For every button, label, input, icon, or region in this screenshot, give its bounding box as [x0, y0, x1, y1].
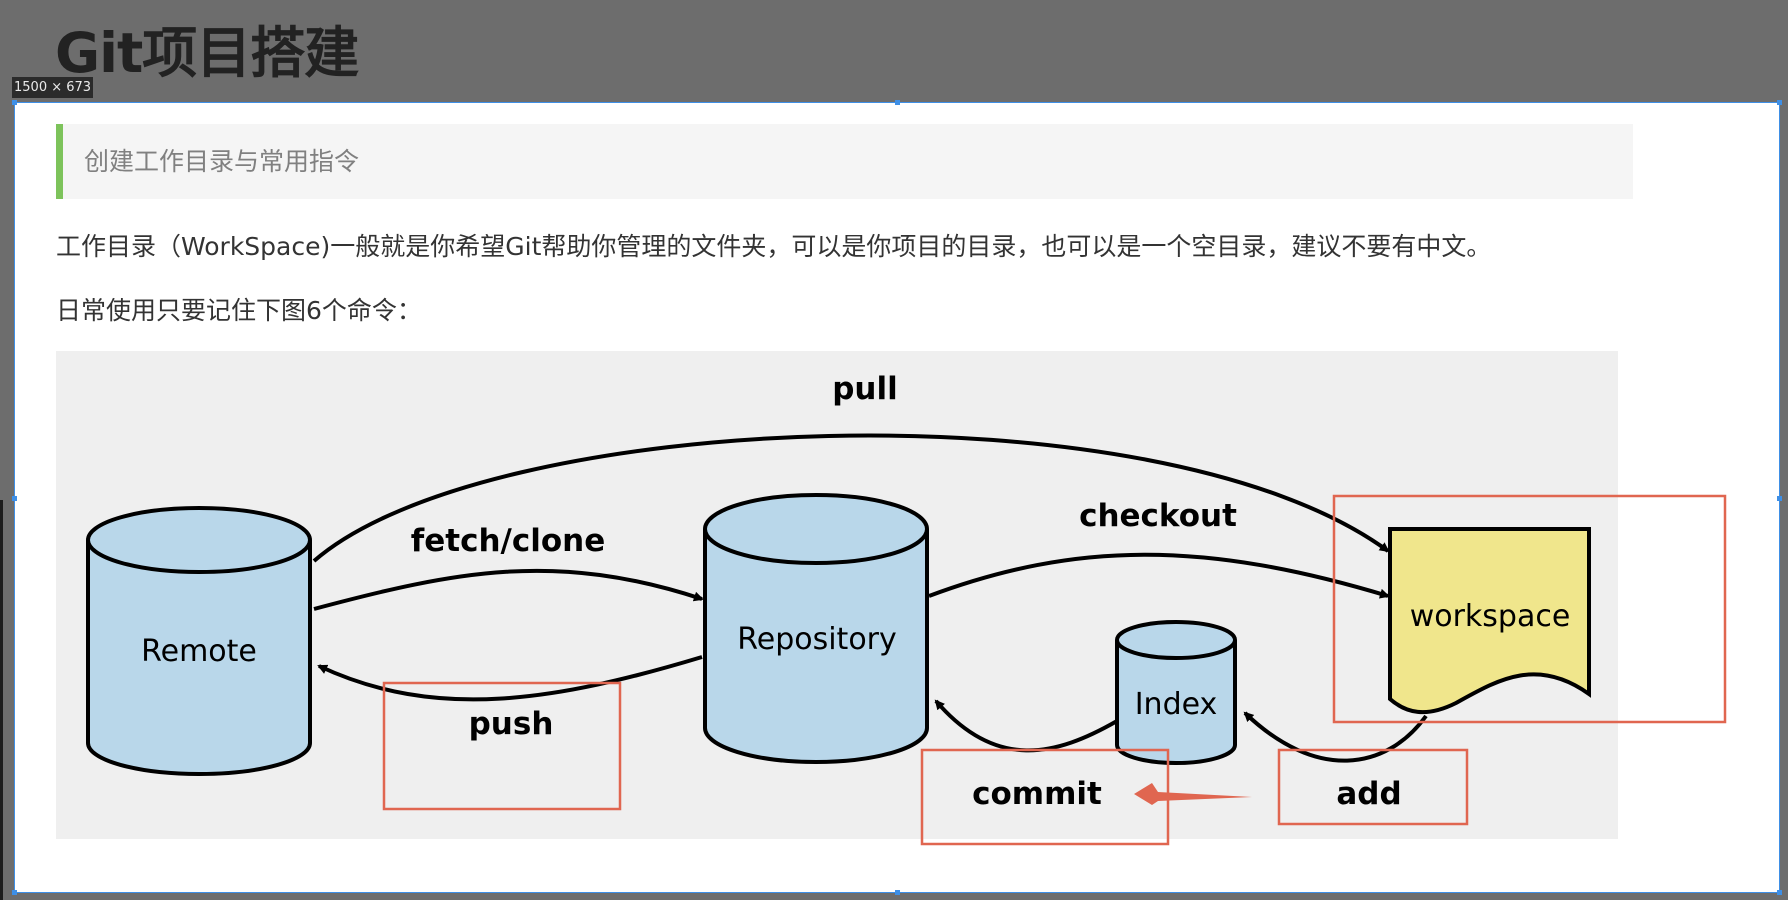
- commit-arrow: [934, 699, 1118, 753]
- page-title: Git项目搭建: [55, 21, 359, 85]
- pull-label: pull: [832, 371, 898, 407]
- git-workflow-diagram: Remote Repository Index workspace pull f…: [56, 351, 1727, 846]
- selected-image-frame[interactable]: 创建工作目录与常用指令 工作目录（WorkSpace)一般就是你希望Git帮助你…: [12, 100, 1782, 895]
- workspace-document: workspace: [1388, 527, 1591, 715]
- checkout-label: checkout: [1079, 498, 1237, 534]
- workspace-label: workspace: [1410, 599, 1571, 634]
- window-edge: [0, 500, 3, 900]
- repository-cylinder: Repository: [703, 493, 929, 764]
- resize-handle-left[interactable]: [12, 496, 17, 501]
- remote-cylinder: Remote: [86, 506, 312, 776]
- resize-handle-bottom[interactable]: [895, 890, 900, 895]
- paragraph-workspace-description: 工作目录（WorkSpace)一般就是你希望Git帮助你管理的文件夹，可以是你项…: [56, 232, 1492, 261]
- resize-handle-top[interactable]: [895, 100, 900, 105]
- image-size-tag: 1500 × 673: [12, 77, 94, 98]
- push-highlight-box: [382, 681, 622, 811]
- push-arrow: [317, 655, 703, 702]
- fetch-clone-arrow: [313, 568, 704, 611]
- blockquote: 创建工作目录与常用指令: [56, 124, 1633, 199]
- fetch-clone-label: fetch/clone: [411, 523, 606, 559]
- add-label: add: [1336, 776, 1401, 812]
- index-label: Index: [1135, 687, 1218, 722]
- checkout-arrow: [928, 552, 1390, 599]
- paragraph-commands-intro: 日常使用只要记住下图6个命令：: [56, 296, 422, 325]
- annotation-arrow: [1134, 783, 1252, 805]
- repository-label: Repository: [737, 622, 897, 657]
- add-arrow: [1243, 711, 1428, 763]
- resize-handle-top-left[interactable]: [12, 100, 17, 105]
- index-cylinder: Index: [1115, 620, 1237, 765]
- git-workflow-svg: Remote Repository Index workspace pull f…: [86, 371, 1727, 846]
- remote-label: Remote: [141, 634, 257, 669]
- commit-label: commit: [972, 776, 1102, 812]
- push-label: push: [469, 706, 554, 742]
- blockquote-text: 创建工作目录与常用指令: [84, 147, 360, 176]
- resize-handle-bottom-left[interactable]: [12, 890, 17, 895]
- resize-handle-bottom-right[interactable]: [1777, 890, 1782, 895]
- resize-handle-top-right[interactable]: [1777, 100, 1782, 105]
